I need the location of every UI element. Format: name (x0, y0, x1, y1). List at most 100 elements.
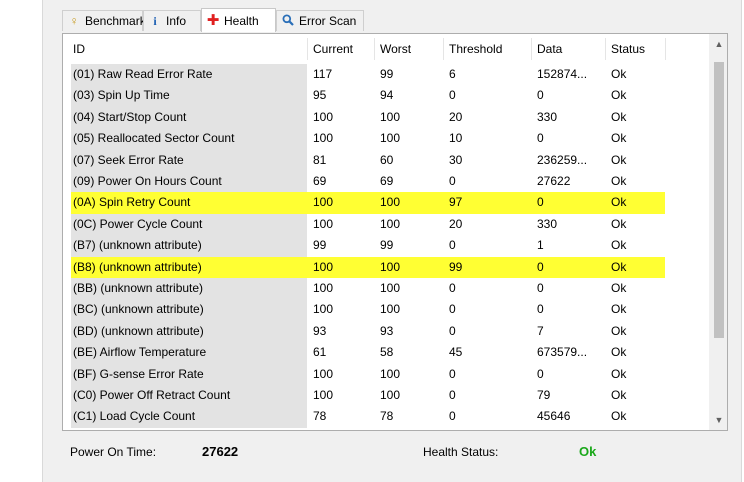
tab-label: Info (166, 14, 187, 28)
cell-id: (03) Spin Up Time (73, 88, 170, 103)
benchmark-icon: ♀ (69, 14, 79, 28)
cell-current: 100 (313, 109, 334, 124)
scrollbar-thumb[interactable] (714, 62, 724, 338)
table-row[interactable]: (0C) Power Cycle Count 100 100 20 330 Ok (63, 213, 709, 236)
cell-status: Ok (611, 88, 627, 103)
table-row[interactable]: (BD) (unknown attribute) 93 93 0 7 Ok (63, 320, 709, 343)
cell-status: Ok (611, 152, 627, 167)
cell-id: (09) Power On Hours Count (73, 174, 222, 188)
cell-worst: 93 (380, 323, 394, 338)
cell-status: Ok (611, 323, 627, 338)
table-row[interactable]: (C1) Load Cycle Count 78 78 0 45646 Ok (63, 406, 709, 428)
tab-label: Health (224, 14, 259, 28)
cell-id: (B8) (unknown attribute) (73, 259, 202, 274)
column-divider[interactable] (307, 38, 308, 60)
cell-status: Ok (611, 216, 627, 231)
cell-worst: 100 (380, 131, 401, 146)
cell-threshold: 97 (449, 195, 463, 210)
cell-id: (BC) (unknown attribute) (73, 302, 204, 317)
status-footer: Power On Time: 27622 Health Status: Ok (62, 437, 728, 467)
cell-threshold: 0 (449, 409, 456, 424)
table-row[interactable]: (BE) Airflow Temperature 61 58 45 673579... O… (63, 342, 709, 364)
cell-data: 236259... (537, 152, 588, 167)
column-header-data[interactable]: Data (537, 34, 562, 64)
table-row[interactable]: (07) Seek Error Rate 81 60 30 236259... Ok (63, 149, 709, 171)
cell-worst: 100 (380, 281, 401, 295)
cell-data: 330 (537, 216, 558, 231)
cell-current: 100 (313, 302, 334, 317)
cell-id: (BF) G-sense Error Rate (73, 366, 204, 381)
table-row[interactable]: (05) Reallocated Sector Count 100 100 10 0 Ok (63, 128, 709, 150)
cell-threshold: 30 (449, 152, 463, 167)
cell-id: (BB) (unknown attribute) (73, 281, 204, 295)
cell-current: 100 (313, 281, 334, 295)
tab-error-scan[interactable]: Error Scan (276, 10, 364, 31)
cell-threshold: 0 (449, 174, 456, 188)
table-row[interactable]: (B7) (unknown attribute) 99 99 0 1 Ok (63, 235, 709, 257)
cell-id: (BD) (unknown attribute) (73, 323, 204, 338)
column-header-status[interactable]: Status (611, 34, 645, 64)
table-row-highlighted[interactable]: (0A) Spin Retry Count 100 100 97 0 Ok (63, 192, 709, 214)
tab-health[interactable]: ✚ Health (201, 8, 276, 32)
cell-current: 100 (313, 195, 334, 210)
cell-data: 0 (537, 281, 544, 295)
scroll-up-arrow-icon[interactable]: ▲ (710, 36, 727, 53)
cell-status: Ok (611, 131, 627, 146)
cell-threshold: 45 (449, 345, 463, 360)
cell-id: (BE) Airflow Temperature (73, 345, 207, 360)
cell-data: 0 (537, 88, 544, 103)
cell-status: Ok (611, 238, 627, 253)
table-row-highlighted[interactable]: (B8) (unknown attribute) 100 100 99 0 Ok (63, 256, 709, 278)
tab-benchmark[interactable]: ♀ Benchmark (62, 10, 146, 31)
column-header-worst[interactable]: Worst (380, 34, 411, 64)
cell-id: (B7) (unknown attribute) (73, 238, 202, 253)
cell-current: 78 (313, 409, 327, 424)
table-row[interactable]: (BC) (unknown attribute) 100 100 0 0 Ok (63, 299, 709, 321)
column-divider[interactable] (665, 38, 666, 60)
table-row[interactable]: (C0) Power Off Retract Count 100 100 0 79 Ok (63, 385, 709, 407)
cell-worst: 100 (380, 109, 401, 124)
cell-id: (C0) Power Off Retract Count (73, 388, 231, 402)
cell-status: Ok (611, 195, 627, 210)
cell-worst: 58 (380, 345, 394, 360)
table-row[interactable]: (03) Spin Up Time 95 94 0 0 Ok (63, 85, 709, 107)
tab-info[interactable]: i Info (143, 10, 201, 31)
cell-current: 81 (313, 152, 327, 167)
cell-worst: 100 (380, 302, 401, 317)
cell-data: 0 (537, 366, 544, 381)
cell-current: 61 (313, 345, 327, 360)
column-divider[interactable] (443, 38, 444, 60)
cell-worst: 100 (380, 366, 401, 381)
cell-data: 0 (537, 195, 544, 210)
cell-worst: 60 (380, 152, 394, 167)
table-row[interactable]: (01) Raw Read Error Rate 117 99 6 152874... O… (63, 64, 709, 86)
column-divider[interactable] (374, 38, 375, 60)
column-divider[interactable] (605, 38, 606, 60)
tab-label: Error Scan (299, 14, 357, 28)
table-row[interactable]: (09) Power On Hours Count 69 69 0 27622 Ok (63, 171, 709, 193)
cell-threshold: 10 (449, 131, 463, 146)
table-row[interactable]: (BF) G-sense Error Rate 100 100 0 0 Ok (63, 363, 709, 385)
cell-worst: 78 (380, 409, 394, 424)
table-row[interactable]: (BB) (unknown attribute) 100 100 0 0 Ok (63, 278, 709, 300)
power-on-time-value: 27622 (202, 444, 239, 459)
column-header-threshold[interactable]: Threshold (449, 34, 502, 64)
cell-status: Ok (611, 67, 627, 81)
cell-current: 117 (313, 67, 333, 81)
vertical-scrollbar[interactable]: ▲ ▼ (709, 34, 727, 430)
power-on-time-label: Power On Time: (70, 445, 157, 459)
table-row[interactable]: (04) Start/Stop Count 100 100 20 330 Ok (63, 106, 709, 129)
cell-status: Ok (611, 109, 627, 124)
smart-attributes-list[interactable]: ID Current Worst Threshold Data Status (… (62, 33, 728, 431)
scroll-down-arrow-icon[interactable]: ▼ (710, 412, 727, 429)
cell-worst: 100 (380, 259, 401, 274)
cell-data: 79 (537, 388, 551, 402)
cell-current: 100 (313, 131, 334, 146)
cell-status: Ok (611, 409, 627, 424)
cell-current: 69 (313, 174, 327, 188)
column-header-current[interactable]: Current (313, 34, 353, 64)
cell-status: Ok (611, 174, 627, 188)
cell-data: 673579... (537, 345, 588, 360)
column-divider[interactable] (531, 38, 532, 60)
column-header-id[interactable]: ID (73, 34, 85, 64)
